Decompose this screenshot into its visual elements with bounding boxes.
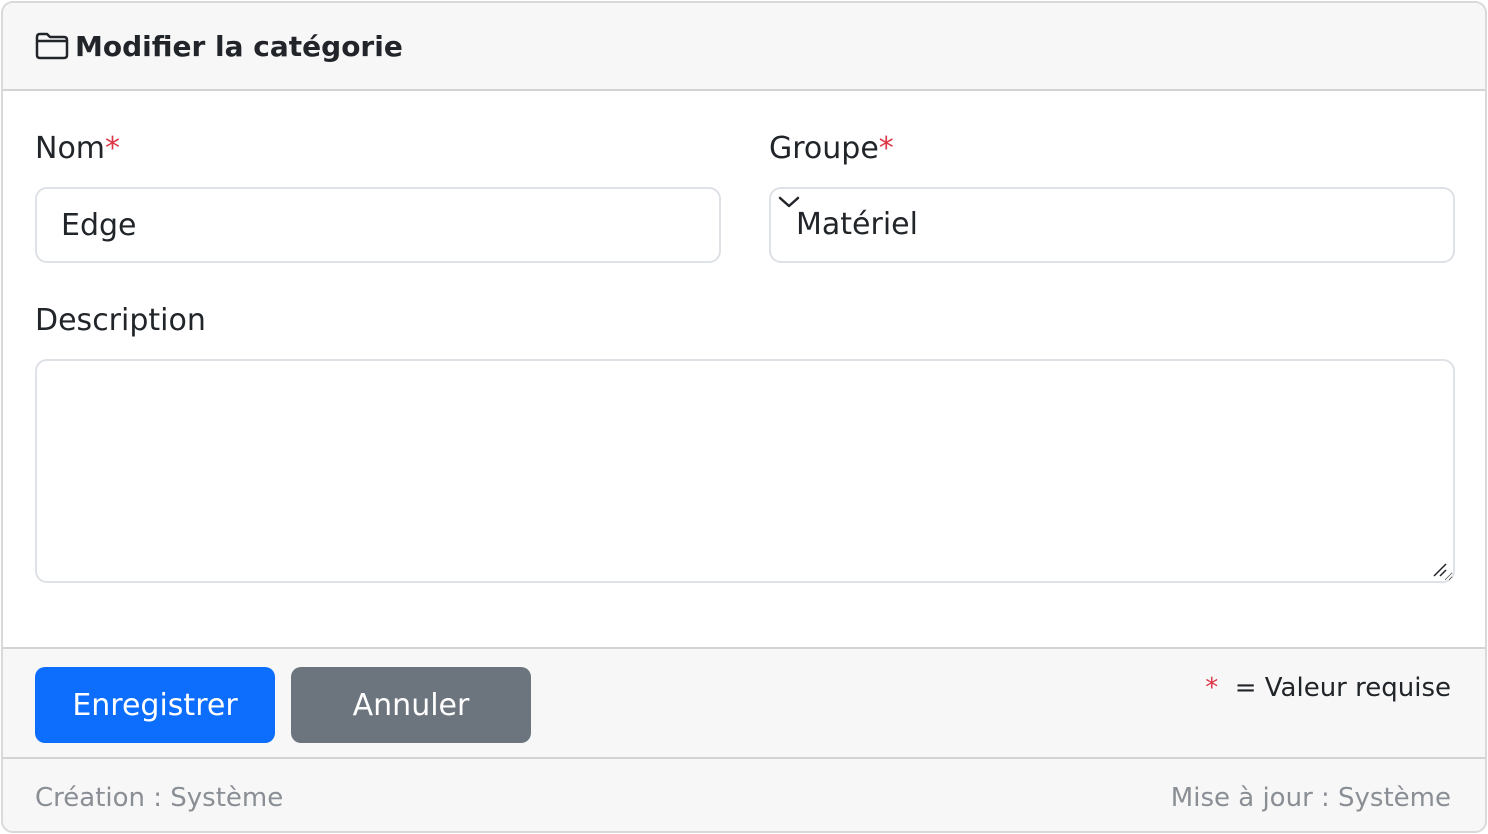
description-label: Description bbox=[35, 303, 206, 338]
group-label-text: Groupe bbox=[769, 131, 879, 166]
updated-by: Mise à jour : Système bbox=[1170, 783, 1451, 813]
group-select-value: Matériel bbox=[796, 207, 918, 242]
save-button[interactable]: Enregistrer bbox=[35, 667, 275, 743]
required-legend: * = Valeur requise bbox=[1205, 673, 1451, 703]
required-legend-text: = Valeur requise bbox=[1234, 673, 1451, 703]
created-by: Création : Système bbox=[35, 783, 284, 813]
card-header: Modifier la catégorie bbox=[3, 3, 1485, 91]
required-asterisk: * bbox=[1205, 673, 1219, 703]
name-input[interactable] bbox=[35, 187, 721, 263]
card-footer: Création : Système Mise à jour : Système bbox=[3, 759, 1485, 831]
description-textarea[interactable] bbox=[35, 359, 1455, 583]
required-asterisk: * bbox=[105, 131, 121, 166]
cancel-button[interactable]: Annuler bbox=[291, 667, 531, 743]
group-label: Groupe* bbox=[769, 131, 894, 166]
name-label: Nom* bbox=[35, 131, 120, 166]
form-actions: Enregistrer Annuler * = Valeur requise bbox=[3, 647, 1485, 759]
edit-category-card: Modifier la catégorie Nom* Groupe* Matér… bbox=[1, 1, 1487, 833]
folder-icon bbox=[35, 32, 69, 60]
name-label-text: Nom bbox=[35, 131, 106, 166]
page-title: Modifier la catégorie bbox=[75, 29, 403, 63]
group-select[interactable]: Matériel bbox=[769, 187, 1455, 263]
required-asterisk: * bbox=[878, 131, 894, 166]
